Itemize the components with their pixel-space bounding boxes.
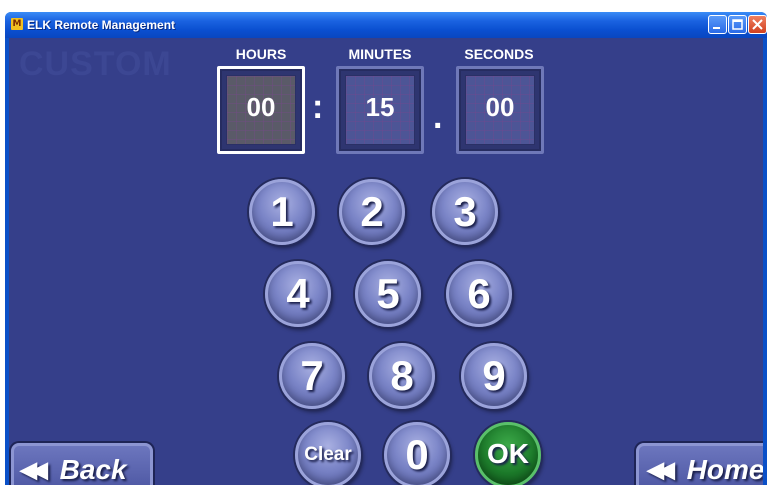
key-3-button[interactable]: 3 bbox=[432, 179, 498, 245]
minutes-value: 15 bbox=[365, 92, 395, 122]
hours-field[interactable]: 00 bbox=[217, 66, 305, 154]
seconds-field[interactable]: 00 bbox=[456, 66, 544, 154]
key-5-button[interactable]: 5 bbox=[355, 261, 421, 327]
window-title: ELK Remote Management bbox=[27, 18, 176, 32]
close-icon bbox=[752, 19, 763, 30]
seconds-label: SECONDS bbox=[464, 46, 534, 62]
screen-watermark: CUSTOM bbox=[19, 45, 172, 83]
key-9-button[interactable]: 9 bbox=[461, 343, 527, 409]
back-label: Back bbox=[59, 454, 127, 485]
key-8-button[interactable]: 8 bbox=[369, 343, 435, 409]
hours-label: HOURS bbox=[235, 46, 287, 62]
main-panel: CUSTOM HOURS MINUTES SECONDS 00 : 15 . 0… bbox=[9, 38, 763, 485]
maximize-icon bbox=[732, 19, 743, 30]
ok-button[interactable]: OK bbox=[475, 422, 541, 485]
key-4-button[interactable]: 4 bbox=[265, 261, 331, 327]
minimize-icon bbox=[713, 27, 720, 29]
app-window: M ELK Remote Management CUSTOM HOURS MIN… bbox=[5, 12, 767, 485]
key-1-button[interactable]: 1 bbox=[249, 179, 315, 245]
title-bar: M ELK Remote Management bbox=[5, 12, 767, 38]
home-arrow-icon: ◀◀ bbox=[647, 457, 675, 482]
key-0-button[interactable]: 0 bbox=[384, 422, 450, 485]
clear-button[interactable]: Clear bbox=[295, 422, 361, 485]
seconds-value: 00 bbox=[485, 92, 515, 122]
time-colon: : bbox=[312, 88, 324, 126]
hours-value: 00 bbox=[246, 92, 276, 122]
key-6-button[interactable]: 6 bbox=[446, 261, 512, 327]
minimize-button[interactable] bbox=[708, 15, 727, 34]
key-7-button[interactable]: 7 bbox=[279, 343, 345, 409]
time-dot: . bbox=[433, 98, 443, 136]
home-label: Home bbox=[686, 454, 763, 485]
key-2-button[interactable]: 2 bbox=[339, 179, 405, 245]
app-logo-icon: M bbox=[11, 18, 23, 30]
back-button[interactable]: ◀◀ Back bbox=[11, 443, 153, 485]
close-button[interactable] bbox=[748, 15, 767, 34]
maximize-button[interactable] bbox=[728, 15, 747, 34]
home-button[interactable]: ◀◀ Home bbox=[636, 443, 763, 485]
back-arrow-icon: ◀◀ bbox=[20, 457, 48, 482]
minutes-label: MINUTES bbox=[348, 46, 412, 62]
minutes-field[interactable]: 15 bbox=[336, 66, 424, 154]
